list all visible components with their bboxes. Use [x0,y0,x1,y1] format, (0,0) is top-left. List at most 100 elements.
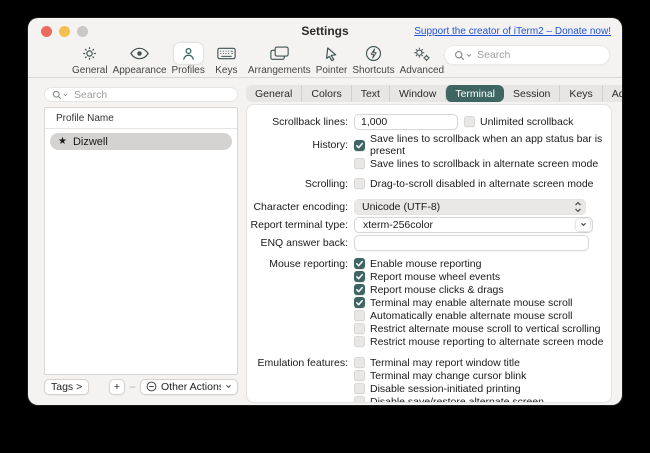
scrollback-lines-input[interactable] [354,114,458,130]
popup-value: Unicode (UTF-8) [362,201,574,213]
tab-window[interactable]: Window [389,85,445,102]
profile-tabbar: GeneralColorsTextWindowTerminalSessionKe… [246,85,622,102]
checkbox-disable-save-restore-alternate-screen[interactable]: Disable save/restore alternate screen [354,396,544,404]
checkbox-label: Report mouse wheel events [370,271,500,283]
checkbox-save-lines-to-scrollback-when-an-app-status-bar-is-present[interactable]: Save lines to scrollback when an app sta… [354,133,611,157]
gears-icon [405,43,438,64]
emulation-features-label: Emulation features: [247,357,354,369]
checkbox-automatically-enable-alternate-mouse-scroll[interactable]: Automatically enable alternate mouse scr… [354,310,573,322]
toolbar-item-arrangements[interactable]: Arrangements [248,43,311,76]
tab-text[interactable]: Text [351,85,389,102]
donate-link[interactable]: Support the creator of iTerm2 – Donate n… [414,26,611,37]
checkbox-report-mouse-wheel-events[interactable]: Report mouse wheel events [354,271,500,283]
checkbox-label: Drag-to-scroll disabled in alternate scr… [370,178,594,190]
content-area: GeneralColorsTextWindowTerminalSessionKe… [246,78,622,405]
checkbox-checked-icon [354,284,365,295]
minimize-button[interactable] [59,26,70,37]
checkbox-unchecked-icon [354,310,365,321]
toolbar-search-input[interactable] [475,48,600,62]
sidebar-bottom-bar: Tags > + − Other Actions… [44,378,238,395]
enq-answer-back-row: ENQ answer back: [247,234,611,251]
tab-colors[interactable]: Colors [301,85,350,102]
checkbox-disable-session-initiated-printing[interactable]: Disable session-initiated printing [354,383,521,395]
traffic-lights [41,26,88,37]
up-down-stepper-icon [574,201,582,213]
profile-list-header: Profile Name [45,108,237,129]
toolbar-item-profiles[interactable]: Profiles [172,43,205,76]
toolbar-item-general[interactable]: General [72,43,108,76]
scrollback-lines-label: Scrollback lines: [247,116,354,128]
checkbox-unchecked-icon [354,323,365,334]
other-actions-dropdown[interactable]: Other Actions… [140,379,238,395]
search-icon [454,50,472,61]
checkbox-unchecked-icon [354,370,365,381]
checkbox-drag-to-scroll-disabled-in-alternate-screen-mode[interactable]: Drag-to-scroll disabled in alternate scr… [354,178,594,190]
search-icon [52,90,68,100]
profile-list-body: ★Dizwell [45,133,237,150]
toolbar-item-appearance[interactable]: Appearance [113,43,167,76]
character-encoding-popup[interactable]: Unicode (UTF-8) [354,199,586,215]
checkbox-label: Save lines to scrollback when an app sta… [370,133,611,157]
checkbox-terminal-may-report-window-title[interactable]: Terminal may report window title [354,357,520,369]
checkbox-label: Unlimited scrollback [480,116,573,128]
checkbox-unchecked-icon [354,158,365,169]
checkbox-unchecked-icon [354,357,365,368]
toolbar-item-label: Arrangements [248,65,311,76]
enq-answer-back-input[interactable] [354,235,589,251]
tab-terminal[interactable]: Terminal [445,85,504,102]
toolbar: General AppearanceProfilesKeys Arrangement… [28,42,622,78]
profile-list: Profile Name ★Dizwell [44,107,238,375]
enq-answer-back-label: ENQ answer back: [247,237,354,249]
mouse-reporting-group: Mouse reporting:Enable mouse reportingRe… [247,257,611,348]
add-profile-button[interactable]: + [109,379,125,395]
sidebar: Profile Name ★Dizwell Tags > + − Other A… [28,78,246,405]
checkbox-restrict-alternate-mouse-scroll-to-vertical-scrolling[interactable]: Restrict alternate mouse scroll to verti… [354,323,601,335]
checkbox-unchecked-icon [354,336,365,347]
checkbox-label: Restrict mouse reporting to alternate sc… [370,336,603,348]
checkbox-enable-mouse-reporting[interactable]: Enable mouse reporting [354,258,482,270]
chevron-down-icon [225,384,232,389]
scrolling-label: Scrolling: [247,178,354,190]
titlebar: Settings Support the creator of iTerm2 –… [28,18,622,42]
checkbox-terminal-may-enable-alternate-mouse-scroll[interactable]: Terminal may enable alternate mouse scro… [354,297,573,309]
close-button[interactable] [41,26,52,37]
tab-general[interactable]: General [246,85,301,102]
window-body: Profile Name ★Dizwell Tags > + − Other A… [28,78,622,405]
chevron-down-icon[interactable] [576,219,590,231]
profile-search[interactable] [44,87,238,102]
toolbar-item-shortcuts[interactable]: Shortcuts [352,43,394,76]
toolbar-item-pointer[interactable]: Pointer [316,43,348,76]
toolbar-item-label: Pointer [316,65,348,76]
toolbar-item-advanced[interactable]: Advanced [400,43,444,76]
checkbox-save-lines-to-scrollback-in-alternate-screen-mode[interactable]: Save lines to scrollback in alternate sc… [354,158,598,170]
toolbar-item-label: General [72,65,108,76]
checkbox-report-mouse-clicks-drags[interactable]: Report mouse clicks & drags [354,284,504,296]
history-group: History:Save lines to scrollback when an… [247,133,611,170]
remove-profile-button: − [125,380,140,394]
toolbar-search[interactable] [444,45,610,65]
checkbox-restrict-mouse-reporting-to-alternate-screen-mode[interactable]: Restrict mouse reporting to alternate sc… [354,336,603,348]
profile-row[interactable]: ★Dizwell [50,133,232,150]
profile-search-input[interactable] [72,88,230,102]
gear-icon [74,43,105,64]
report-terminal-type-combobox[interactable]: xterm-256color [354,217,593,233]
tags-button[interactable]: Tags > [44,379,89,395]
toolbar-item-keys[interactable]: Keys [210,43,243,76]
tab-session[interactable]: Session [504,85,559,102]
report-terminal-type-label: Report terminal type: [247,219,354,231]
scrollback-row: Scrollback lines: Unlimited scrollback [247,113,611,130]
checkbox-label: Report mouse clicks & drags [370,284,504,296]
scrolling-group: Scrolling: Drag-to-scroll disabled in alt… [247,177,611,190]
keyboard-icon [210,43,243,64]
checkbox-unlimited-scrollback[interactable]: Unlimited scrollback [464,116,573,128]
checkbox-checked-icon [354,297,365,308]
checkbox-unchecked-icon [354,383,365,394]
checkbox-terminal-may-change-cursor-blink[interactable]: Terminal may change cursor blink [354,370,526,382]
checkbox-label: Save lines to scrollback in alternate sc… [370,158,598,170]
checkbox-label: Disable save/restore alternate screen [370,396,544,404]
checkbox-label: Automatically enable alternate mouse scr… [370,310,573,322]
cursor-icon [317,43,346,64]
character-encoding-row: Character encoding: Unicode (UTF-8) [247,198,611,215]
tab-advanced[interactable]: Advanced [602,85,622,102]
tab-keys[interactable]: Keys [559,85,601,102]
